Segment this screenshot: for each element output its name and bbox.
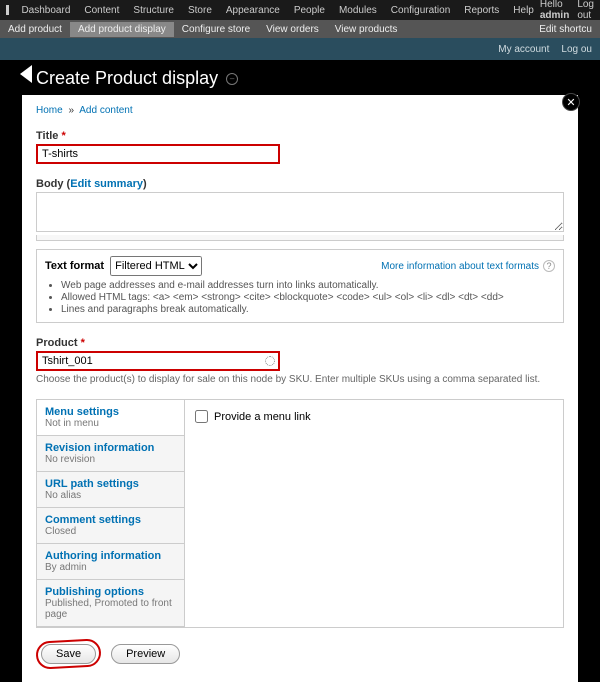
hint-3: Lines and paragraphs break automatically… (61, 304, 555, 315)
breadcrumb-home[interactable]: Home (36, 105, 63, 116)
shortcut-add-product[interactable]: Add product (0, 22, 70, 37)
vtab-publishing-options[interactable]: Publishing optionsPublished, Promoted to… (37, 580, 184, 627)
nav-help[interactable]: Help (507, 5, 540, 16)
nav-configuration[interactable]: Configuration (385, 5, 456, 16)
product-input[interactable] (36, 351, 280, 371)
help-icon[interactable]: ? (543, 260, 555, 272)
nav-people[interactable]: People (288, 5, 331, 16)
title-label: Title * (36, 130, 564, 142)
my-account-link[interactable]: My account (498, 44, 549, 55)
menu-link-checkbox-label[interactable]: Provide a menu link (195, 410, 553, 423)
logout-link[interactable]: Log out (577, 0, 594, 21)
edit-shortcuts-link[interactable]: Edit shortcu (531, 22, 600, 37)
hint-2: Allowed HTML tags: <a> <em> <strong> <ci… (61, 292, 555, 303)
nav-store[interactable]: Store (182, 5, 218, 16)
preview-button[interactable]: Preview (111, 644, 180, 664)
subhead-logout-link[interactable]: Log ou (561, 44, 592, 55)
hello-label: Hello admin (540, 0, 569, 21)
nav-dashboard[interactable]: Dashboard (15, 5, 76, 16)
vtab-comment-settings[interactable]: Comment settingsClosed (37, 508, 184, 544)
body-textarea[interactable] (36, 192, 564, 232)
menu-link-checkbox[interactable] (195, 410, 208, 423)
nav-structure[interactable]: Structure (127, 5, 180, 16)
save-highlight-ring: Save (35, 638, 101, 669)
page-title: Create Product display – (36, 68, 600, 89)
vtab-url-path-settings[interactable]: URL path settingsNo alias (37, 472, 184, 508)
breadcrumb: Home » Add content (36, 105, 564, 116)
title-input[interactable] (36, 144, 280, 164)
product-label: Product * (36, 337, 564, 349)
loading-spinner-icon (265, 356, 275, 366)
body-label: Body (Edit summary) (36, 178, 564, 190)
vtab-authoring-information[interactable]: Authoring informationBy admin (37, 544, 184, 580)
edit-summary-link[interactable]: Edit summary (70, 178, 143, 190)
back-arrow-icon[interactable] (20, 65, 32, 83)
text-format-label: Text format (45, 260, 104, 272)
nav-modules[interactable]: Modules (333, 5, 383, 16)
shortcut-add-product-display[interactable]: Add product display (70, 22, 174, 37)
close-icon[interactable]: ✕ (562, 93, 580, 111)
save-button[interactable]: Save (41, 644, 96, 664)
resize-grip[interactable] (36, 235, 564, 241)
home-icon[interactable] (6, 5, 9, 15)
hint-1: Web page addresses and e-mail addresses … (61, 280, 555, 291)
vtab-menu-settings[interactable]: Menu settingsNot in menu (37, 400, 184, 436)
shortcut-view-products[interactable]: View products (327, 22, 406, 37)
product-description: Choose the product(s) to display for sal… (36, 374, 564, 385)
shortcut-configure-store[interactable]: Configure store (174, 22, 258, 37)
nav-content[interactable]: Content (78, 5, 125, 16)
vtab-revision-information[interactable]: Revision informationNo revision (37, 436, 184, 472)
more-text-formats-link[interactable]: More information about text formats (381, 261, 539, 272)
shortcut-view-orders[interactable]: View orders (258, 22, 327, 37)
nav-appearance[interactable]: Appearance (220, 5, 286, 16)
menu-link-text: Provide a menu link (214, 411, 311, 423)
nav-reports[interactable]: Reports (458, 5, 505, 16)
text-format-select[interactable]: Filtered HTML (110, 256, 202, 276)
collapse-icon[interactable]: – (226, 73, 238, 85)
breadcrumb-add-content[interactable]: Add content (79, 105, 132, 116)
